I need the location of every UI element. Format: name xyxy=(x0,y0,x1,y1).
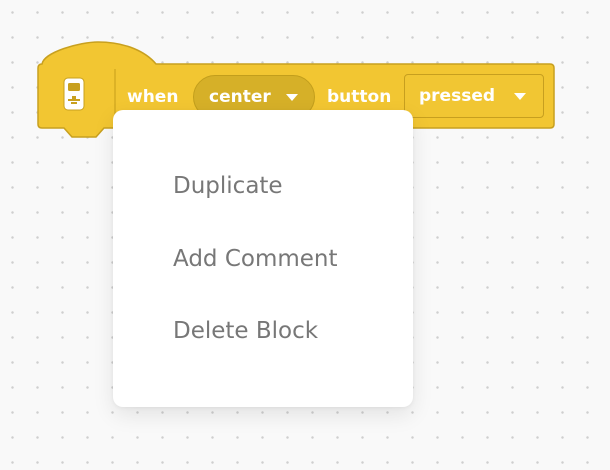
menu-item-add-comment[interactable]: Add Comment xyxy=(113,231,413,287)
port-dropdown-value: center xyxy=(209,87,271,107)
menu-item-label: Add Comment xyxy=(173,246,338,272)
block-context-menu: Duplicate Add Comment Delete Block xyxy=(113,110,413,407)
when-label: when xyxy=(127,87,179,107)
menu-item-label: Delete Block xyxy=(173,318,319,344)
menu-item-label: Duplicate xyxy=(173,173,283,199)
caret-down-icon xyxy=(514,93,526,100)
button-state-dropdown[interactable]: pressed xyxy=(404,74,544,118)
caret-down-icon xyxy=(286,94,298,101)
hub-icon xyxy=(63,77,85,111)
button-state-dropdown-value: pressed xyxy=(419,86,496,106)
button-label: button xyxy=(327,87,392,107)
menu-item-duplicate[interactable]: Duplicate xyxy=(113,158,413,214)
menu-item-delete-block[interactable]: Delete Block xyxy=(113,303,413,359)
